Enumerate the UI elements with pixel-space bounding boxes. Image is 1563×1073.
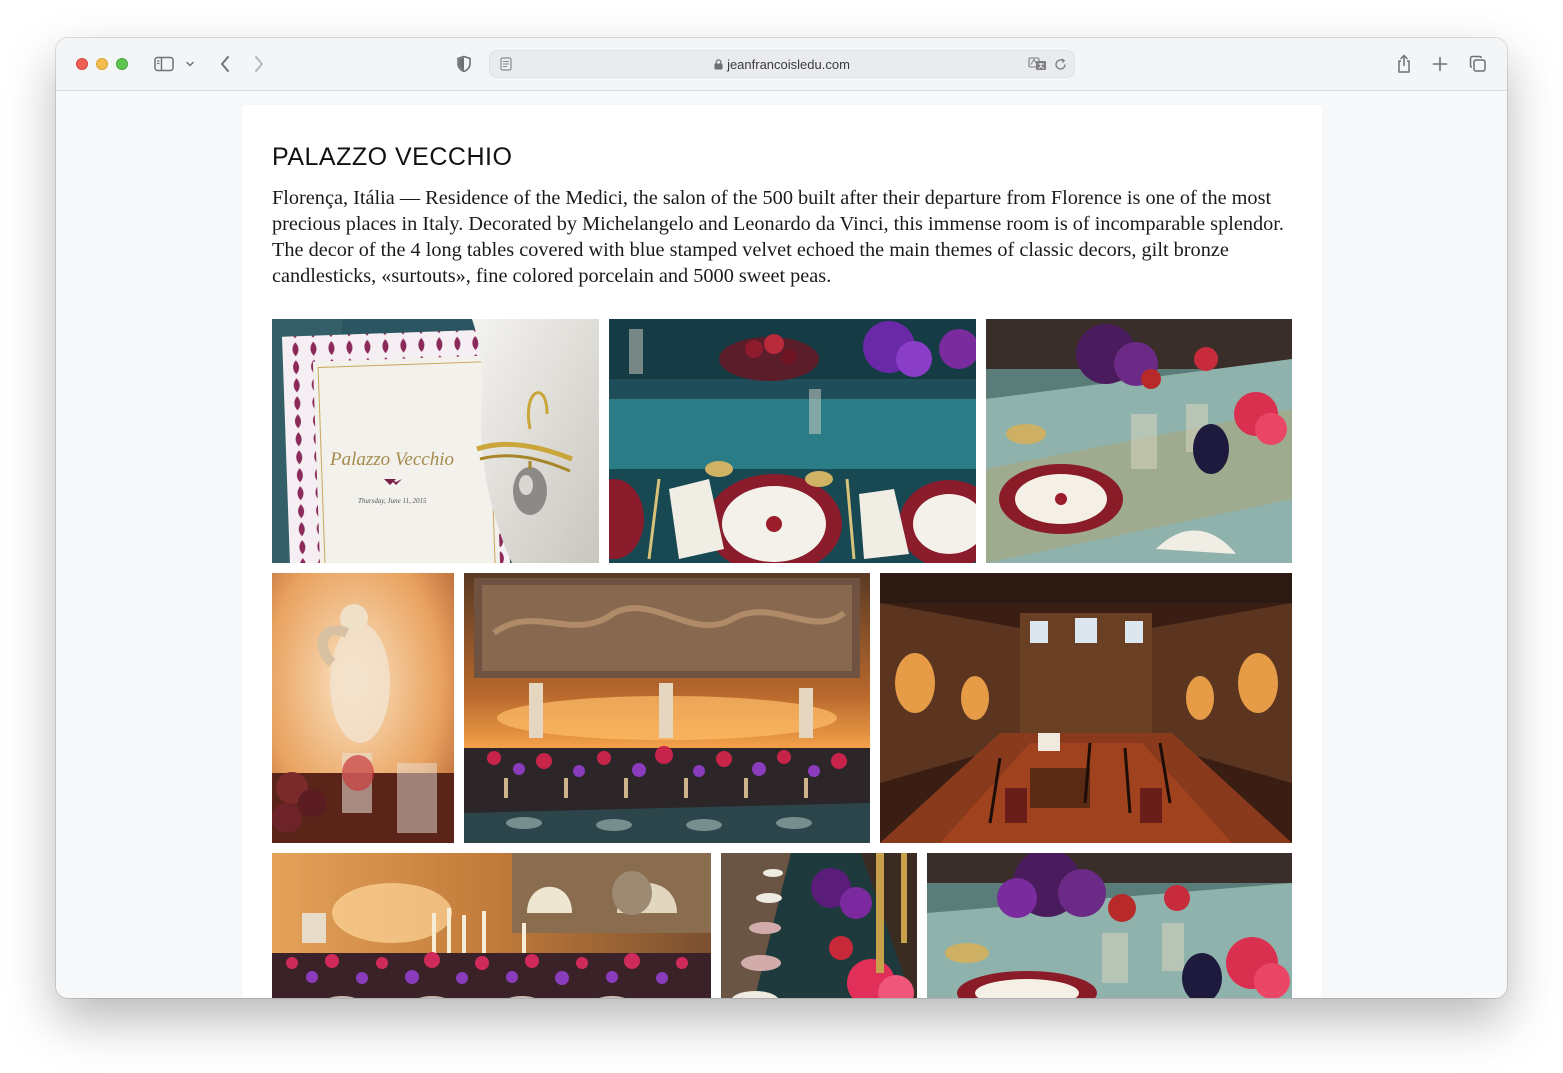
zoom-window-icon[interactable] — [116, 58, 128, 70]
browser-window: jeanfrancoisledu.com PALAZZO VECCHIO Flo… — [56, 38, 1507, 998]
minimize-window-icon[interactable] — [96, 58, 108, 70]
sidebar-icon[interactable] — [152, 52, 176, 76]
menu-card-photo[interactable]: Palazzo Vecchio Thursday, June 11, 2015 — [272, 319, 599, 563]
lock-icon — [714, 58, 723, 73]
tab-overview-icon[interactable] — [1467, 52, 1489, 76]
reload-icon[interactable] — [1052, 56, 1068, 72]
banquet-hall-photo[interactable] — [464, 573, 870, 843]
browser-toolbar: jeanfrancoisledu.com — [56, 38, 1507, 91]
menu-card-title: Palazzo Vecchio — [329, 449, 454, 470]
long-table-photo[interactable] — [721, 853, 917, 998]
url-display[interactable]: jeanfrancoisledu.com — [490, 57, 1074, 73]
page-description: Florença, Itália — Residence of the Medi… — [272, 187, 1284, 287]
plus-icon[interactable] — [1429, 52, 1451, 76]
flowers-detail-photo[interactable] — [927, 853, 1292, 998]
statue-glassware-photo[interactable] — [272, 573, 454, 843]
table-centerpiece-photo[interactable] — [986, 319, 1292, 563]
place-setting-photo[interactable] — [609, 319, 976, 563]
share-icon[interactable] — [1393, 52, 1415, 76]
chevron-down-icon[interactable] — [182, 52, 198, 76]
page-title: PALAZZO VECCHIO — [272, 143, 513, 171]
close-window-icon[interactable] — [76, 58, 88, 70]
content-card: PALAZZO VECCHIO Florença, Itália — Resid… — [242, 105, 1322, 998]
shield-icon[interactable] — [453, 52, 475, 76]
hall-candles-photo[interactable] — [272, 853, 711, 998]
salon-musicians-photo[interactable] — [880, 573, 1292, 843]
url-text: jeanfrancoisledu.com — [727, 57, 850, 72]
forward-arrow-icon[interactable] — [248, 52, 270, 76]
page-viewport[interactable]: PALAZZO VECCHIO Florença, Itália — Resid… — [56, 91, 1507, 998]
translate-icon[interactable] — [1028, 56, 1048, 72]
back-arrow-icon[interactable] — [214, 52, 236, 76]
menu-card-date: Thursday, June 11, 2015 — [358, 497, 427, 505]
address-bar[interactable]: jeanfrancoisledu.com — [489, 50, 1075, 78]
